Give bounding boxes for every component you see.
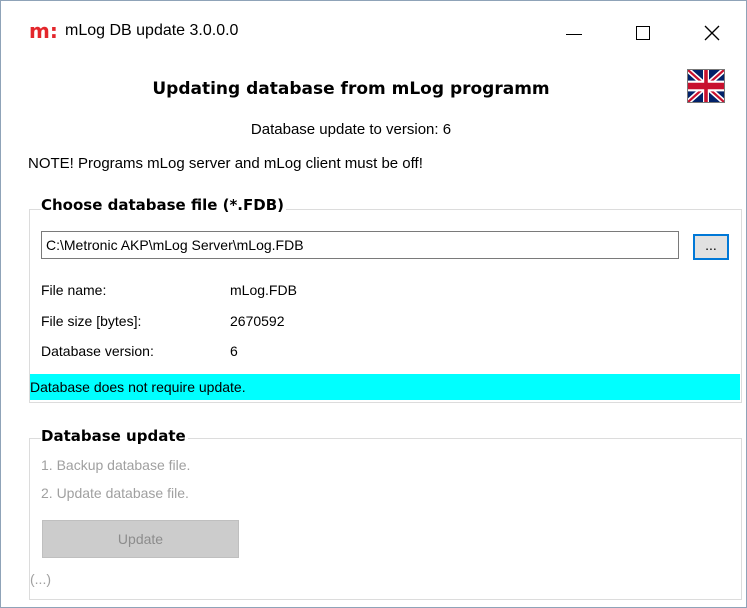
main-window: m: mLog DB update 3.0.0.0 Updating datab… [0, 0, 747, 608]
status-message: Database does not require update. [30, 374, 740, 400]
title-bar[interactable]: m: mLog DB update 3.0.0.0 [1, 1, 746, 57]
step-backup: 1. Backup database file. [41, 457, 191, 473]
window-title: mLog DB update 3.0.0.0 [65, 22, 239, 39]
update-group-legend: Database update [41, 427, 188, 445]
file-group-legend: Choose database file (*.FDB) [41, 196, 286, 214]
db-version-label: Database version: [41, 343, 154, 359]
app-logo-icon: m: [29, 19, 58, 43]
file-name-label: File name: [41, 282, 107, 298]
db-version-value: 6 [230, 343, 238, 359]
file-name-value: mLog.FDB [230, 282, 297, 298]
close-button[interactable] [689, 11, 735, 55]
file-size-value: 2670592 [230, 313, 285, 329]
page-heading: Updating database from mLog programm [152, 79, 550, 99]
progress-text: (...) [30, 571, 51, 587]
close-icon [704, 25, 720, 41]
browse-button[interactable]: ... [693, 234, 729, 260]
minimize-icon [566, 33, 582, 35]
minimize-button[interactable] [551, 11, 597, 55]
warning-note: NOTE! Programs mLog server and mLog clie… [28, 155, 423, 172]
update-button[interactable]: Update [42, 520, 239, 558]
maximize-icon [636, 26, 650, 40]
maximize-button[interactable] [620, 11, 666, 55]
database-path-input[interactable] [41, 231, 679, 259]
file-size-label: File size [bytes]: [41, 313, 142, 329]
version-text: Database update to version: 6 [250, 121, 452, 138]
step-update: 2. Update database file. [41, 485, 189, 501]
